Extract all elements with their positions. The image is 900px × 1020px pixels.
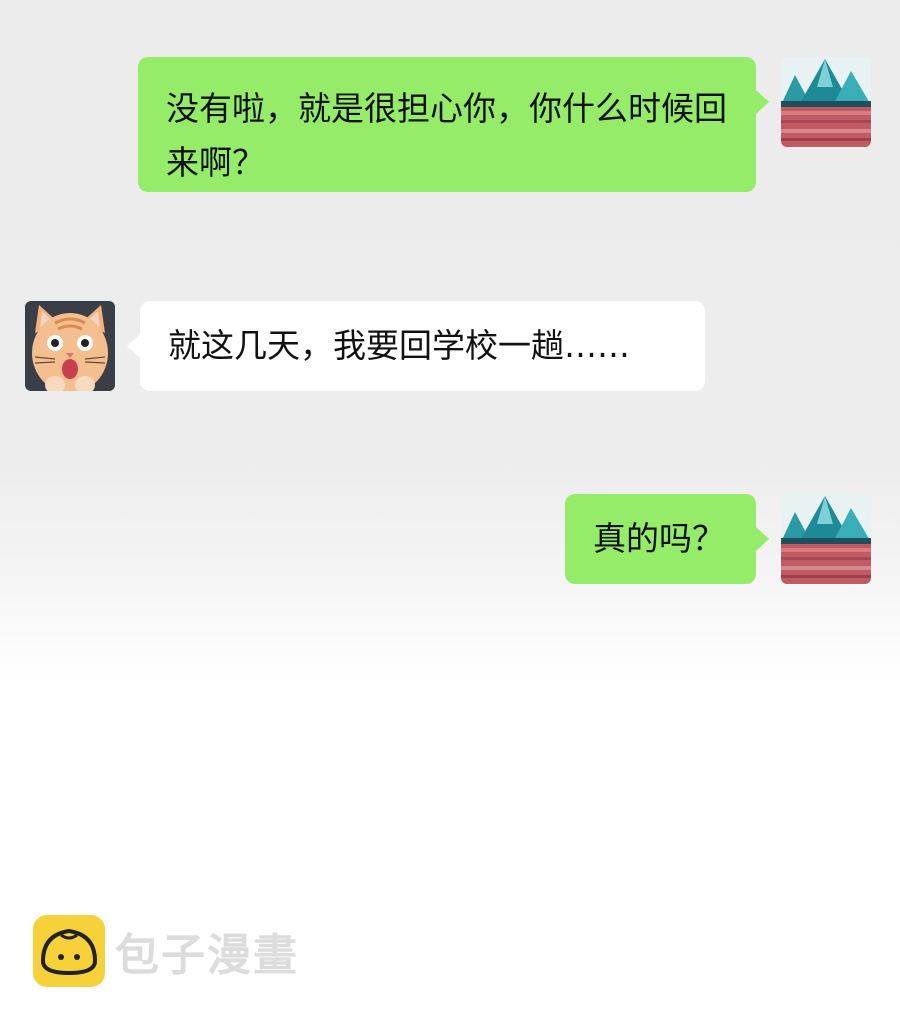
cat-avatar-icon (25, 301, 115, 391)
mountain-landscape-avatar-icon (781, 494, 871, 584)
user-avatar[interactable] (781, 57, 871, 147)
watermark: 包子漫畫 (33, 915, 299, 987)
message-bubble-sent[interactable]: 真的吗？ (565, 494, 756, 584)
bubble-tail (756, 90, 769, 114)
bubble-tail (127, 334, 140, 358)
message-text: 就这几天，我要回学校一趟…… (168, 326, 630, 365)
watermark-text: 包子漫畫 (115, 930, 299, 981)
message-text: 真的吗？ (593, 519, 725, 558)
contact-avatar[interactable] (25, 301, 115, 391)
bubble-tail (756, 527, 769, 551)
message-bubble-received[interactable]: 就这几天，我要回学校一趟…… (140, 301, 705, 391)
user-avatar[interactable] (781, 494, 871, 584)
mountain-landscape-avatar-icon (781, 57, 871, 147)
message-bubble-sent[interactable]: 没有啦，就是很担心你，你什么时候回来啊？ (138, 57, 756, 192)
message-text: 没有啦，就是很担心你，你什么时候回来啊？ (166, 89, 727, 182)
bun-logo-icon (33, 915, 105, 987)
